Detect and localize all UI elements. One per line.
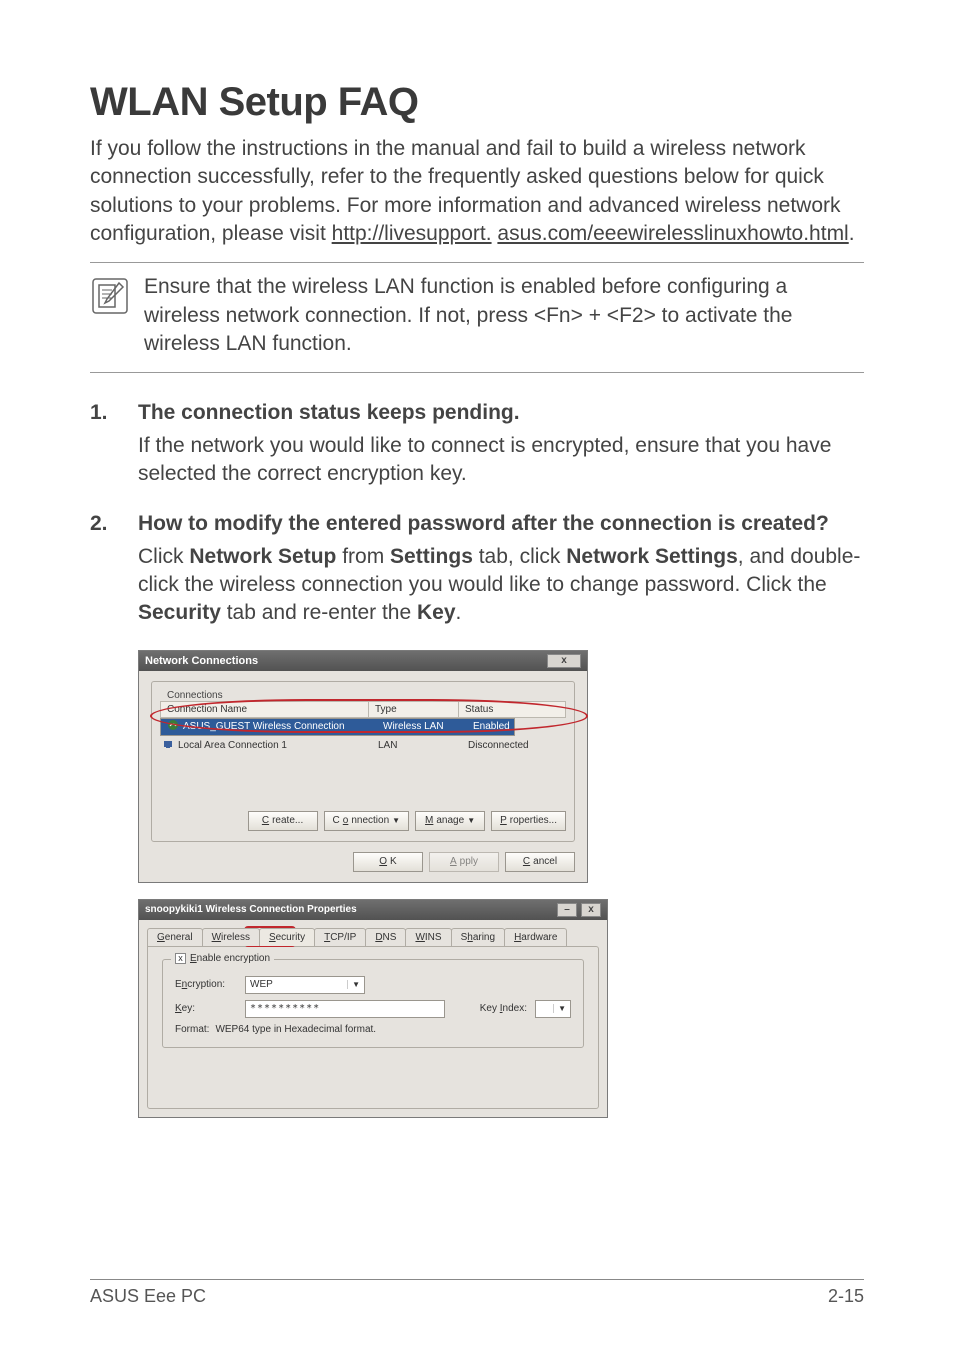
security-panel: x Enable encryption Encryption: WEP ▼ Ke… (147, 946, 599, 1109)
table-row[interactable]: Local Area Connection 1 LAN Disconnected (160, 736, 566, 755)
encryption-fieldset: x Enable encryption Encryption: WEP ▼ Ke… (162, 959, 584, 1048)
cell-status: Disconnected (468, 740, 566, 751)
intro-text-post: . (849, 222, 855, 245)
page-title: WLAN Setup FAQ (90, 80, 864, 125)
chevron-down-icon: ▼ (347, 980, 360, 989)
fieldset-legend: Connections (164, 690, 226, 701)
notepad-icon (90, 273, 130, 358)
chevron-down-icon: ▼ (467, 816, 475, 825)
cell-type: LAN (378, 740, 468, 751)
connection-properties-dialog: snoopykiki1 Wireless Connection Properti… (138, 899, 608, 1118)
connection-button[interactable]: Connection ▼ (324, 811, 410, 831)
tab-dns[interactable]: DNS (365, 928, 406, 946)
tab-wins[interactable]: WINS (405, 928, 451, 946)
enable-encryption-checkbox[interactable]: x Enable encryption (171, 953, 274, 964)
key-label: Key: (175, 1003, 237, 1014)
close-button[interactable]: x (581, 903, 601, 917)
ok-button[interactable]: OK (353, 852, 423, 872)
tab-sharing[interactable]: Sharing (451, 928, 505, 946)
faq-number: 2. (90, 510, 116, 627)
page-footer: ASUS Eee PC 2-15 (90, 1279, 864, 1307)
connections-table: Connection Name Type Status ASUS_GUEST W… (160, 701, 566, 755)
checkbox-icon: x (175, 953, 186, 964)
tab-security[interactable]: Security (259, 928, 315, 946)
format-value: WEP64 type in Hexadecimal format. (215, 1024, 376, 1035)
footer-left: ASUS Eee PC (90, 1286, 206, 1307)
network-connections-dialog: Network Connections x Connections Connec… (138, 650, 588, 883)
cell-status: Enabled (473, 721, 510, 732)
encryption-select[interactable]: WEP ▼ (245, 976, 365, 994)
properties-button[interactable]: Properties... (491, 811, 566, 831)
footer-right: 2-15 (828, 1286, 864, 1307)
tab-hardware[interactable]: Hardware (504, 928, 567, 946)
note-box: Ensure that the wireless LAN function is… (90, 262, 864, 373)
key-input[interactable]: ********** (245, 1000, 445, 1018)
wireless-icon (165, 719, 181, 734)
encryption-value: WEP (250, 979, 273, 990)
encryption-label: Encryption: (175, 979, 237, 990)
cell-name: ASUS_GUEST Wireless Connection (181, 721, 383, 732)
tabs-bar: General Wireless Security TCP/IP DNS WIN… (147, 928, 599, 946)
lan-icon (160, 738, 176, 753)
keyindex-select[interactable]: ▼ (535, 1000, 571, 1018)
manage-button[interactable]: Manage ▼ (415, 811, 485, 831)
faq-question: How to modify the entered password after… (138, 510, 864, 538)
col-type[interactable]: Type (369, 702, 459, 717)
cell-type: Wireless LAN (383, 721, 473, 732)
connections-fieldset: Connections Connection Name Type Status (151, 681, 575, 842)
tab-general[interactable]: General (147, 928, 203, 946)
table-header: Connection Name Type Status (160, 701, 566, 718)
cell-name: Local Area Connection 1 (176, 740, 378, 751)
dialog-titlebar: snoopykiki1 Wireless Connection Properti… (139, 900, 607, 920)
faq-answer: If the network you would like to connect… (138, 432, 864, 489)
faq-item-2: 2. How to modify the entered password af… (90, 510, 864, 627)
dialog-title-text: Network Connections (145, 655, 258, 667)
apply-button[interactable]: Apply (429, 852, 499, 872)
cancel-button[interactable]: Cancel (505, 852, 575, 872)
dialog-title-text: snoopykiki1 Wireless Connection Properti… (145, 904, 357, 915)
table-row[interactable]: ASUS_GUEST Wireless Connection Wireless … (160, 718, 515, 736)
faq-answer: Click Network Setup from Settings tab, c… (138, 543, 864, 628)
intro-paragraph: If you follow the instructions in the ma… (90, 135, 864, 248)
close-button[interactable]: x (547, 654, 581, 668)
create-button[interactable]: Create... (248, 811, 318, 831)
note-text: Ensure that the wireless LAN function is… (144, 273, 864, 358)
tab-wireless[interactable]: Wireless (202, 928, 260, 946)
col-status[interactable]: Status (459, 702, 565, 717)
tab-tcpip[interactable]: TCP/IP (314, 928, 366, 946)
faq-url-line1[interactable]: http://livesupport. (332, 222, 492, 245)
faq-url-line2[interactable]: asus.com/eeewirelesslinuxhowto.html (497, 222, 848, 245)
faq-number: 1. (90, 399, 116, 488)
chevron-down-icon: ▼ (553, 1004, 566, 1013)
minimize-button[interactable]: – (557, 903, 577, 917)
keyindex-label: Key Index: (480, 1003, 527, 1014)
faq-item-1: 1. The connection status keeps pending. … (90, 399, 864, 488)
col-name[interactable]: Connection Name (161, 702, 369, 717)
dialog-titlebar: Network Connections x (139, 651, 587, 671)
format-label: Format: (175, 1024, 209, 1035)
faq-question: The connection status keeps pending. (138, 399, 864, 427)
chevron-down-icon: ▼ (392, 816, 400, 825)
